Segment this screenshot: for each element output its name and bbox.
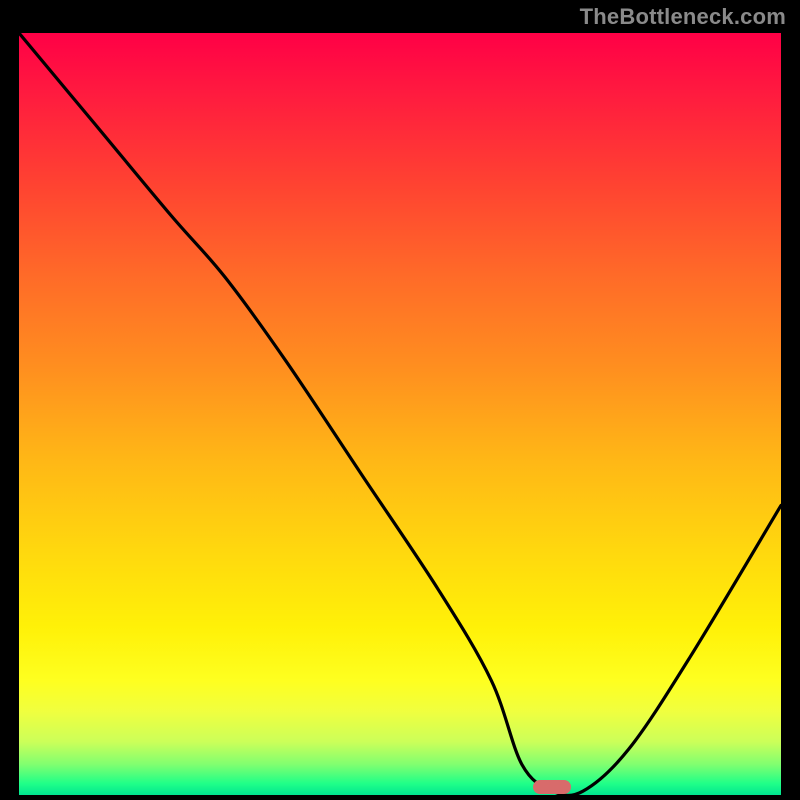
curve-svg bbox=[19, 33, 781, 795]
optimal-marker bbox=[533, 780, 571, 794]
chart-frame bbox=[16, 30, 784, 798]
plot-area bbox=[19, 33, 781, 795]
watermark-text: TheBottleneck.com bbox=[580, 4, 786, 30]
bottleneck-curve bbox=[19, 33, 781, 795]
